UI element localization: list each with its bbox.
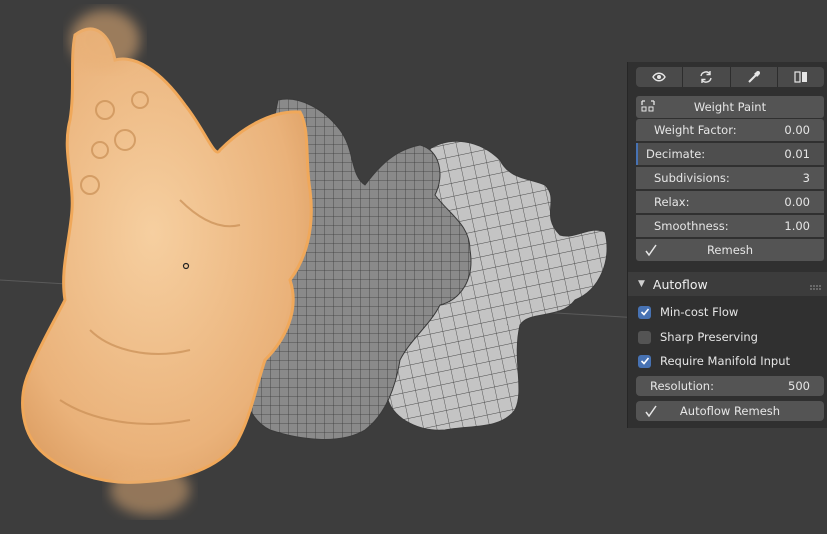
weight-paint-icon (641, 99, 655, 116)
quad-remesher-panel: Weight Paint Weight Factor: 0.00 Decimat… (627, 62, 827, 428)
smoothness-value: 1.00 (784, 219, 810, 233)
relax-field[interactable]: Relax: 0.00 (636, 191, 824, 213)
sharp-preserving-option[interactable]: Sharp Preserving (638, 328, 758, 346)
display-toolbar (636, 67, 824, 87)
checkmark-icon (644, 243, 658, 260)
weight-factor-field[interactable]: Weight Factor: 0.00 (636, 119, 824, 141)
min-cost-flow-option[interactable]: Min-cost Flow (638, 303, 738, 321)
weight-paint-button[interactable]: Weight Paint (636, 96, 824, 118)
require-manifold-checkbox[interactable] (638, 354, 651, 368)
relax-value: 0.00 (784, 195, 810, 209)
relax-label: Relax: (654, 195, 690, 209)
decimate-value: 0.01 (784, 147, 810, 161)
subdivisions-value: 3 (802, 171, 810, 185)
subdivisions-field[interactable]: Subdivisions: 3 (636, 167, 824, 189)
smoothness-field[interactable]: Smoothness: 1.00 (636, 215, 824, 237)
drag-grip-icon[interactable] (810, 280, 822, 294)
weight-paint-label: Weight Paint (693, 100, 767, 114)
remesh-button[interactable]: Remesh (636, 239, 824, 261)
weight-factor-label: Weight Factor: (654, 123, 737, 137)
smoothness-label: Smoothness: (654, 219, 729, 233)
subdivisions-label: Subdivisions: (654, 171, 730, 185)
autoflow-section-header[interactable]: ▼ Autoflow (628, 272, 827, 296)
autoflow-title: Autoflow (652, 276, 708, 292)
require-manifold-label: Require Manifold Input (660, 354, 791, 368)
sharp-preserving-label: Sharp Preserving (660, 330, 758, 344)
refresh-icon[interactable] (683, 67, 731, 87)
eyedropper-icon[interactable] (731, 67, 778, 87)
resolution-value: 500 (788, 379, 810, 393)
sharp-preserving-checkbox[interactable] (638, 330, 651, 344)
decimate-label: Decimate: (646, 147, 706, 161)
require-manifold-option[interactable]: Require Manifold Input (638, 352, 790, 370)
checkmark-icon (644, 404, 658, 421)
min-cost-flow-checkbox[interactable] (638, 305, 651, 319)
split-view-icon[interactable] (778, 67, 824, 87)
weight-factor-value: 0.00 (784, 123, 810, 137)
resolution-label: Resolution: (650, 379, 714, 393)
autoflow-remesh-button[interactable]: Autoflow Remesh (636, 401, 824, 421)
remesh-label: Remesh (706, 243, 754, 257)
min-cost-flow-label: Min-cost Flow (660, 305, 739, 319)
resolution-field[interactable]: Resolution: 500 (636, 376, 824, 396)
eye-icon[interactable] (636, 67, 684, 87)
collapse-triangle-icon[interactable]: ▼ (638, 279, 645, 289)
decimate-field[interactable]: Decimate: 0.01 (636, 143, 824, 165)
autoflow-remesh-label: Autoflow Remesh (679, 404, 781, 418)
